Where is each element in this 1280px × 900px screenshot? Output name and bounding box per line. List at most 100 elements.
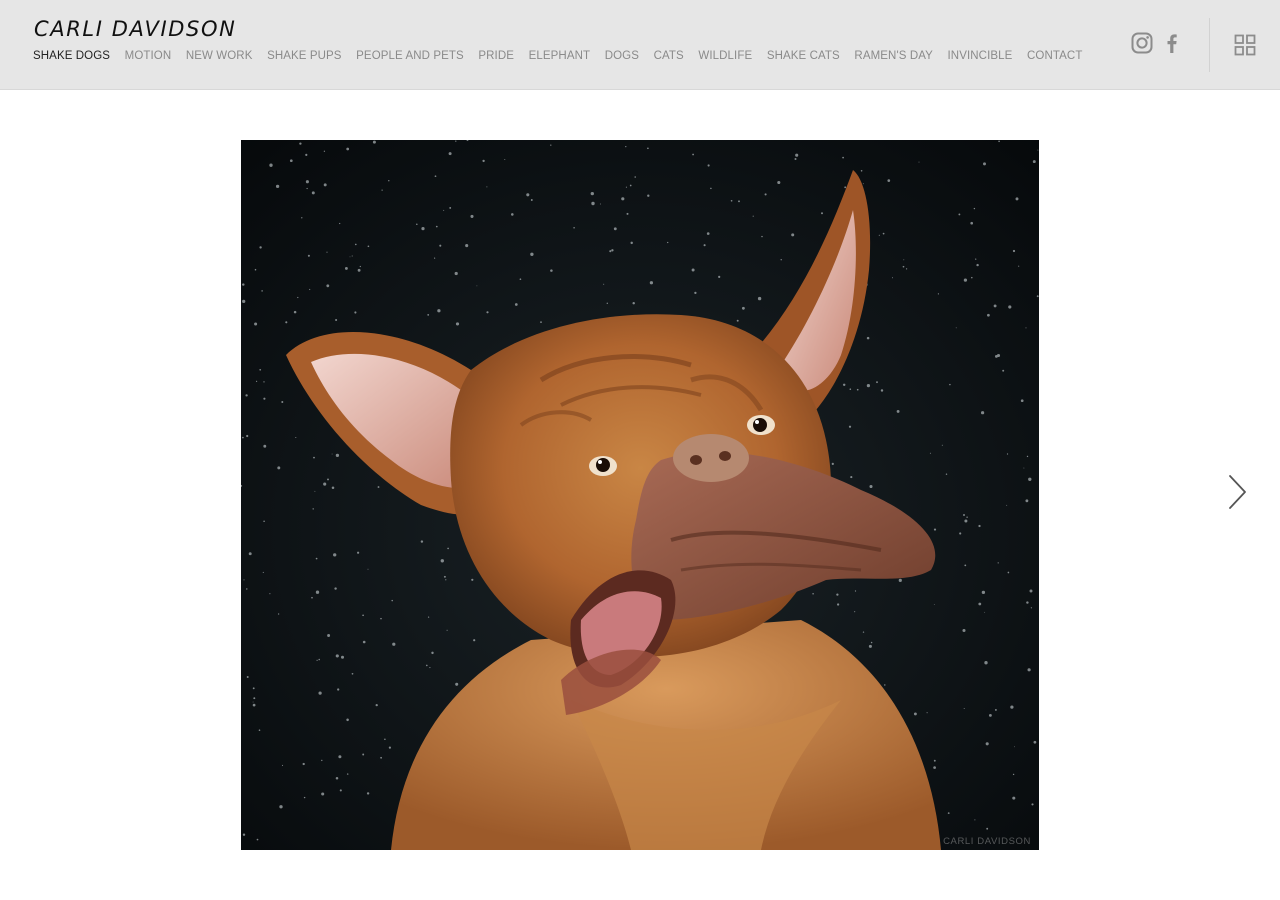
- water-droplet: [892, 277, 893, 279]
- water-droplet: [263, 520, 265, 522]
- water-droplet: [606, 302, 608, 304]
- water-droplet: [446, 629, 448, 631]
- water-droplet: [514, 303, 518, 306]
- water-droplet: [550, 269, 553, 272]
- water-droplet: [346, 718, 349, 722]
- water-droplet: [339, 789, 342, 792]
- water-droplet: [1012, 796, 1016, 800]
- water-droplet: [854, 611, 856, 613]
- nav-item-people-and-pets[interactable]: PEOPLE AND PETS: [356, 48, 464, 64]
- nav-item-motion[interactable]: MOTION: [125, 48, 172, 64]
- water-droplet: [613, 227, 617, 231]
- gallery-photo[interactable]: CARLI DAVIDSON: [241, 140, 1039, 850]
- water-droplet: [391, 599, 393, 602]
- facebook-icon[interactable]: [1161, 32, 1183, 54]
- water-droplet: [777, 180, 781, 185]
- water-droplet: [449, 206, 452, 209]
- water-droplet: [918, 161, 920, 163]
- water-droplet: [933, 759, 936, 762]
- water-droplet: [647, 147, 649, 150]
- water-droplet: [975, 258, 977, 260]
- nav-item-contact[interactable]: CONTACT: [1027, 48, 1082, 64]
- water-droplet: [246, 588, 248, 590]
- water-droplet: [455, 322, 460, 326]
- water-droplet: [289, 159, 293, 163]
- water-droplet: [997, 562, 999, 564]
- nav-item-elephant[interactable]: ELEPHANT: [529, 48, 591, 64]
- water-droplet: [692, 153, 695, 156]
- water-droplet: [1030, 607, 1032, 609]
- water-droplet: [248, 552, 252, 556]
- water-droplet: [281, 764, 284, 766]
- water-droplet: [335, 654, 339, 658]
- water-droplet: [978, 524, 981, 528]
- nav-item-new-work[interactable]: NEW WORK: [186, 48, 253, 64]
- water-droplet: [431, 651, 434, 655]
- water-droplet: [1036, 295, 1039, 298]
- water-droplet: [795, 153, 799, 157]
- water-droplet: [860, 170, 863, 172]
- water-droplet: [848, 425, 852, 428]
- water-droplet: [1018, 265, 1020, 267]
- nav-item-invincible[interactable]: INVINCIBLE: [948, 48, 1013, 64]
- water-droplet: [293, 310, 297, 314]
- water-droplet: [903, 259, 905, 261]
- water-droplet: [259, 246, 262, 249]
- water-droplet: [1012, 773, 1015, 776]
- nav-item-ramens-day[interactable]: RAMEN'S DAY: [854, 48, 932, 64]
- water-droplet: [335, 318, 338, 322]
- nav-item-wildlife[interactable]: WILDLIFE: [698, 48, 752, 64]
- water-droplet: [1037, 149, 1039, 151]
- nav-item-shake-cats[interactable]: SHAKE CATS: [767, 48, 840, 64]
- water-droplet: [856, 388, 859, 391]
- chevron-right-icon[interactable]: [1222, 470, 1252, 514]
- water-droplet: [764, 193, 767, 196]
- water-droplet: [898, 578, 902, 582]
- nav-item-cats[interactable]: CATS: [654, 48, 684, 64]
- water-droplet: [381, 189, 383, 191]
- site-title[interactable]: CARLI DAVIDSON: [34, 16, 236, 42]
- water-droplet: [630, 241, 633, 245]
- water-droplet: [519, 278, 522, 281]
- water-droplet: [710, 187, 712, 190]
- water-droplet: [242, 833, 246, 836]
- water-droplet: [261, 290, 263, 292]
- water-droplet: [263, 444, 267, 448]
- water-droplet: [388, 746, 391, 749]
- water-droplet: [314, 490, 316, 492]
- water-droplet: [359, 265, 361, 268]
- nav-item-shake-pups[interactable]: SHAKE PUPS: [267, 48, 342, 64]
- water-droplet: [530, 199, 533, 201]
- grid-icon[interactable]: [1234, 34, 1256, 56]
- water-droplet: [985, 742, 989, 746]
- water-droplet: [976, 263, 979, 267]
- water-droplet: [366, 792, 370, 795]
- water-droplet: [866, 336, 870, 340]
- water-droplet: [362, 614, 364, 617]
- water-droplet: [337, 688, 340, 691]
- water-droplet: [862, 183, 864, 185]
- water-droplet: [983, 162, 986, 166]
- water-droplet: [632, 301, 635, 305]
- water-droplet: [323, 183, 327, 187]
- water-droplet: [323, 150, 326, 152]
- water-droplet: [427, 314, 430, 316]
- water-droplet: [905, 268, 908, 270]
- water-droplet: [896, 409, 900, 413]
- nav-item-dogs[interactable]: DOGS: [605, 48, 639, 64]
- water-droplet: [973, 207, 976, 210]
- water-droplet: [440, 559, 444, 563]
- water-droplet: [590, 191, 594, 196]
- water-droplet: [454, 271, 458, 276]
- water-droplet: [326, 284, 330, 288]
- water-droplet: [254, 322, 258, 326]
- water-droplet: [902, 265, 905, 268]
- water-droplet: [305, 180, 309, 184]
- water-droplet: [621, 197, 625, 201]
- nav-item-pride[interactable]: PRIDE: [478, 48, 514, 64]
- water-droplet: [246, 676, 249, 678]
- water-droplet: [609, 250, 612, 253]
- nav-item-shake-dogs[interactable]: SHAKE DOGS: [33, 48, 110, 64]
- instagram-icon[interactable]: [1131, 32, 1153, 54]
- water-droplet: [882, 232, 885, 235]
